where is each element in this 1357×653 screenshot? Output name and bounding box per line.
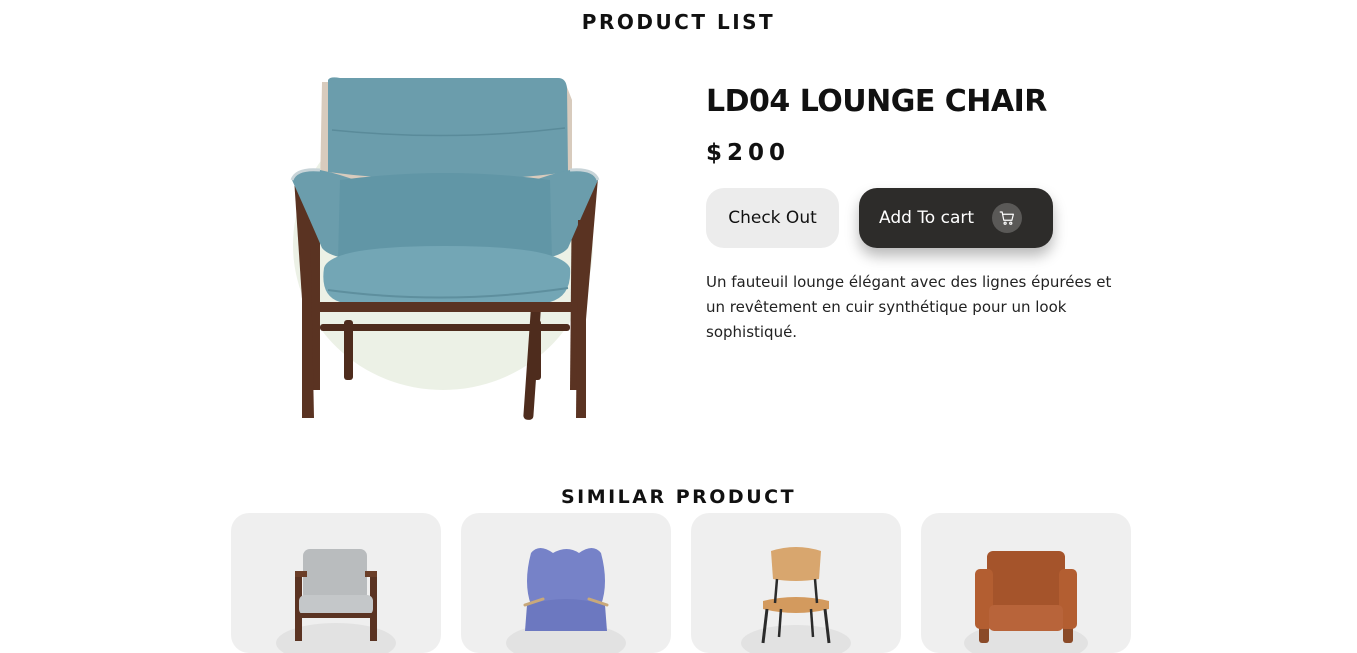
- product-image: [280, 70, 610, 430]
- wooden-chair-icon: [741, 547, 851, 653]
- similar-product-card[interactable]: [921, 513, 1131, 653]
- product-name: LD04 LOUNGE CHAIR: [706, 84, 1047, 119]
- add-to-cart-button[interactable]: Add To cart: [859, 188, 1053, 248]
- blue-wingback-chair-icon: [506, 548, 626, 653]
- similar-products-title: SIMILAR PRODUCT: [560, 486, 797, 508]
- leather-armchair-icon: [964, 551, 1088, 653]
- page-title: PRODUCT LIST: [581, 10, 776, 34]
- action-buttons: Check Out Add To cart: [706, 188, 1126, 248]
- product-description: Un fauteuil lounge élégant avec des lign…: [706, 273, 1112, 341]
- similar-products-list: [231, 513, 1131, 653]
- product-price: $200: [706, 140, 791, 166]
- similar-product-card[interactable]: [231, 513, 441, 653]
- add-to-cart-label: Add To cart: [879, 208, 975, 228]
- similar-product-card[interactable]: [691, 513, 901, 653]
- grey-armchair-icon: [276, 549, 396, 653]
- similar-product-card[interactable]: [461, 513, 671, 653]
- check-out-button[interactable]: Check Out: [706, 188, 839, 248]
- lounge-chair-icon: [290, 77, 600, 420]
- check-out-label: Check Out: [728, 208, 817, 228]
- product-details: LD04 LOUNGE CHAIR $200 Check Out Add To …: [706, 82, 1126, 360]
- cart-icon: [992, 203, 1023, 233]
